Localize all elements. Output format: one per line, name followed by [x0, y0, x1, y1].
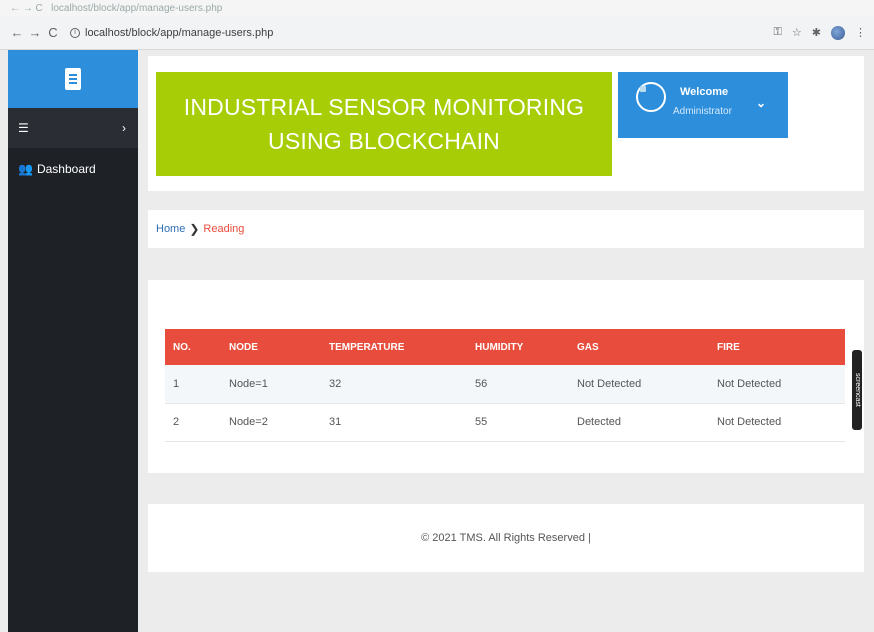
cell-gas: Not Detected	[569, 365, 709, 404]
sidebar: ☰ › 👥 Dashboard	[8, 50, 138, 632]
table-row: 2 Node=2 31 55 Detected Not Detected	[165, 403, 845, 442]
browser-actions: ⚿ ☆ ✱ ⋮	[774, 25, 866, 40]
breadcrumb: Home ❯ Reading	[148, 210, 864, 248]
forward-icon[interactable]: →	[26, 25, 44, 40]
page-title: INDUSTRIAL SENSOR MONITORING USING BLOCK…	[156, 72, 612, 176]
readings-panel: NO. NODE TEMPERATURE HUMIDITY GAS FIRE 1…	[148, 280, 864, 473]
chevron-right-icon: ›	[122, 121, 126, 135]
column-header-node: NODE	[229, 341, 258, 353]
column-header-humidity: HUMIDITY	[475, 341, 524, 353]
star-icon[interactable]: ☆	[792, 26, 802, 39]
welcome-subtitle: Administrator	[673, 106, 732, 117]
breadcrumb-current: Reading	[203, 223, 245, 235]
welcome-title: Welcome	[680, 86, 729, 98]
cell-temperature: 32	[321, 365, 467, 404]
avatar[interactable]	[636, 82, 666, 112]
cell-gas: Detected	[569, 403, 709, 442]
column-header-temperature: TEMPERATURE	[329, 341, 405, 353]
profile-avatar-icon[interactable]	[831, 25, 845, 40]
breadcrumb-separator-icon: ❯	[189, 222, 200, 236]
chevron-down-icon[interactable]: ⌄	[756, 96, 766, 110]
sidebar-item-dashboard[interactable]: 👥 Dashboard	[8, 148, 138, 190]
cell-no: 1	[165, 365, 221, 404]
column-header-fire: FIRE	[717, 341, 740, 353]
breadcrumb-home-link[interactable]: Home	[156, 223, 185, 235]
menu-dots-icon[interactable]: ⋮	[855, 26, 866, 39]
key-icon[interactable]: ⚿	[774, 26, 782, 39]
browser-toolbar: ← → C i localhost/block/app/manage-users…	[0, 16, 874, 50]
sidebar-toggle[interactable]: ☰ ›	[8, 108, 138, 148]
sidebar-logo[interactable]	[8, 50, 138, 108]
column-header-gas: GAS	[577, 341, 599, 353]
document-icon	[65, 68, 81, 90]
reload-icon[interactable]: C	[44, 25, 62, 40]
screencast-side-tab[interactable]: screencast	[852, 350, 862, 430]
cell-fire: Not Detected	[709, 365, 845, 404]
users-icon: 👥	[18, 162, 33, 176]
sidebar-item-label: Dashboard	[36, 162, 96, 176]
ghost-address-bar: ← → C localhost/block/app/manage-users.p…	[0, 0, 874, 16]
footer: © 2021 TMS. All Rights Reserved |	[148, 504, 864, 572]
cell-no: 2	[165, 403, 221, 442]
url-text[interactable]: localhost/block/app/manage-users.php	[85, 27, 273, 39]
cell-temperature: 31	[321, 403, 467, 442]
back-icon[interactable]: ←	[8, 25, 26, 40]
extension-puzzle-icon[interactable]: ✱	[812, 26, 821, 39]
address-bar[interactable]: i localhost/block/app/manage-users.php	[70, 27, 273, 39]
table-row: 1 Node=1 32 56 Not Detected Not Detected	[165, 365, 845, 404]
cell-fire: Not Detected	[709, 403, 845, 442]
ghost-url: localhost/block/app/manage-users.php	[51, 3, 223, 14]
table-header-row: NO. NODE TEMPERATURE HUMIDITY GAS FIRE	[165, 329, 845, 365]
info-icon[interactable]: i	[70, 27, 80, 38]
user-menu[interactable]: Welcome Administrator ⌄	[618, 72, 788, 138]
cell-humidity: 56	[467, 365, 569, 404]
cell-node: Node=2	[221, 403, 321, 442]
column-header-no: NO.	[173, 341, 191, 353]
ghost-nav-arrows: ← → C	[10, 3, 43, 14]
footer-copyright: © 2021 TMS. All Rights Reserved |	[421, 532, 591, 544]
hamburger-icon[interactable]: ☰	[18, 121, 29, 135]
readings-table: NO. NODE TEMPERATURE HUMIDITY GAS FIRE 1…	[165, 329, 845, 442]
cell-humidity: 55	[467, 403, 569, 442]
cell-node: Node=1	[221, 365, 321, 404]
